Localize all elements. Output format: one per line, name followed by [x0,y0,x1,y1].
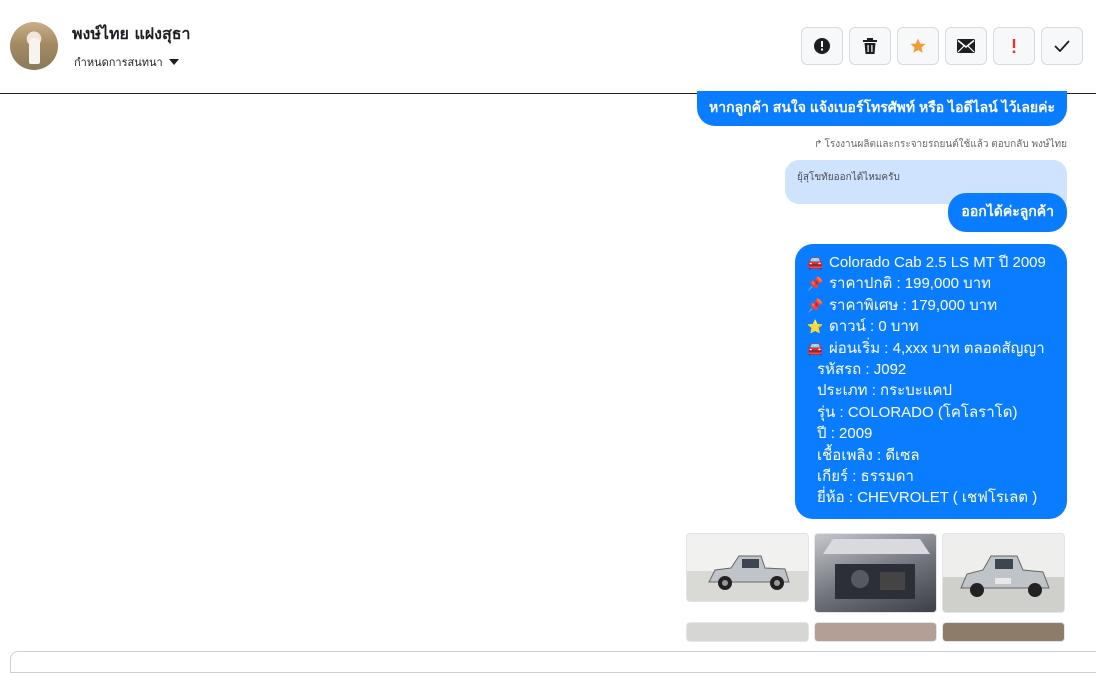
check-icon [1054,40,1070,52]
email-button[interactable] [945,27,987,65]
mark-important-button[interactable] [993,27,1035,65]
delete-button[interactable] [849,27,891,65]
listing-line: 📌 ราคาปกติ : 199,000 บาท [807,273,1055,294]
star-emoji-icon: ⭐ [807,319,824,335]
caret-down-icon [168,59,179,65]
message-composer[interactable] [10,651,1096,673]
conversation-settings-dropdown[interactable]: กำหนดการสนทนา [74,53,179,71]
trash-icon [863,38,877,54]
outgoing-message-bubble[interactable]: ออกได้ค่ะลูกค้า [948,193,1067,232]
car-photo-front-left[interactable] [686,533,809,602]
listing-line: 🚘 Colorado Cab 2.5 LS MT ปี 2009 [807,252,1055,273]
car-photo[interactable] [686,622,809,642]
listing-line: ปี : 2009 [817,425,873,443]
conversation-header: พงษ์ไทย แฝงสุธา กำหนดการสนทนา [0,0,1096,94]
mark-done-button[interactable] [1041,27,1083,65]
contact-avatar[interactable] [10,22,58,70]
listing-line: ประเภท : กระบะแคป [817,382,953,400]
star-button[interactable] [897,27,939,65]
car-listing-message-bubble[interactable]: 🚘 Colorado Cab 2.5 LS MT ปี 2009 📌 ราคาปกต… [795,244,1067,519]
listing-line: 🚘 ผ่อนเริ่ม : 4,xxx บาท ตลอดสัญญา [807,338,1055,359]
car-photo[interactable] [942,622,1065,642]
report-button[interactable] [801,27,843,65]
mail-icon [957,39,975,53]
car-photo-front-right[interactable] [942,533,1065,613]
car-emoji-icon: 🚘 [807,255,824,270]
listing-line: รหัสรถ : J092 [817,361,907,379]
listing-line: รุ่น : COLORADO (โคโลราโด) [817,403,1018,421]
listing-line: ยี่ห้อ : CHEVROLET ( เชฟโรเลต ) [817,489,1038,507]
pushpin-emoji-icon: 📌 [807,276,824,292]
car-photo[interactable] [814,622,937,642]
star-icon [910,38,926,53]
reply-arrow-icon: ↱ [814,139,823,150]
car-photo-engine-bay[interactable] [814,533,937,613]
listing-line: เกียร์ : ธรรมดา [817,468,914,486]
alert-circle-icon [814,38,830,54]
car-emoji-icon: 🚘 [807,340,824,356]
contact-name[interactable]: พงษ์ไทย แฝงสุธา [72,22,190,47]
message-row: หากลูกค้า สนใจ แจ้งเบอร์โทรศัพท์ หรือ ไอ… [697,91,1067,126]
listing-line: ⭐ ดาวน์ : 0 บาท [807,316,1055,337]
exclamation-icon [1012,39,1016,53]
pushpin-emoji-icon: 📌 [807,297,824,313]
outgoing-message-bubble[interactable]: หากลูกค้า สนใจ แจ้งเบอร์โทรศัพท์ หรือ ไอ… [697,91,1067,126]
conversation-toolbar [801,27,1083,65]
listing-line: เชื้อเพลิง : ดีเซล [817,446,920,464]
reply-indicator: ↱ โรงงานผลิตและกระจายรถยนต์ใช้แล้ว ตอบกล… [814,137,1067,152]
message-row: ออกได้ค่ะลูกค้า [948,193,1067,232]
listing-line: 📌 ราคาพิเศษ : 179,000 บาท [807,295,1055,316]
reply-meta-text: โรงงานผลิตและกระจายรถยนต์ใช้แล้ว ตอบกลับ… [824,139,1067,150]
conversation-settings-label: กำหนดการสนทนา [74,56,163,69]
message-row: 🚘 Colorado Cab 2.5 LS MT ปี 2009 📌 ราคาปกต… [795,244,1067,519]
